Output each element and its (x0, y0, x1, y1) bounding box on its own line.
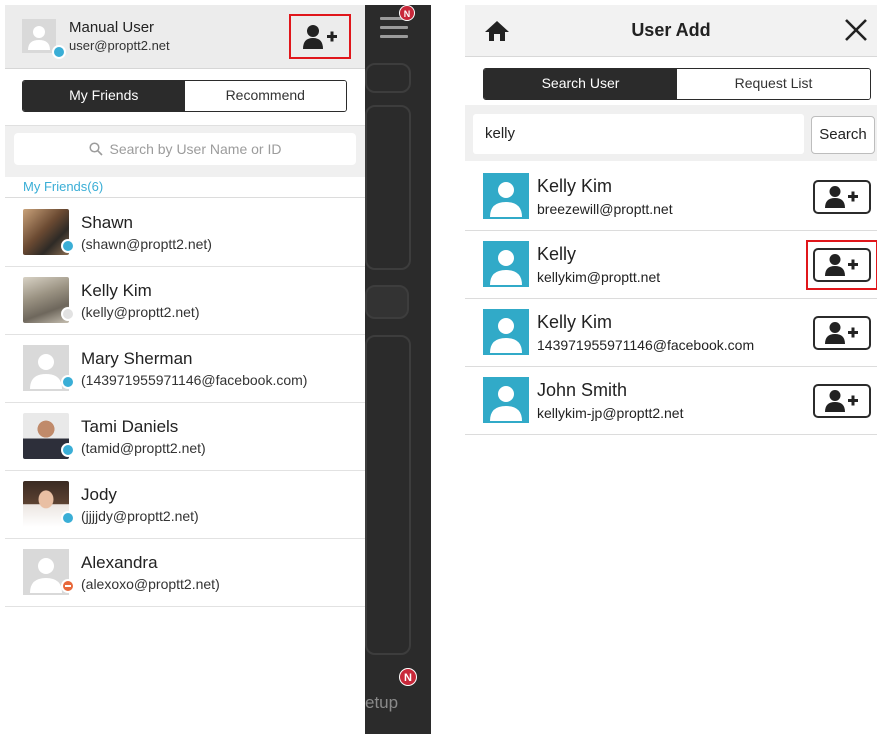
add-user-icon (825, 322, 858, 344)
search-icon (88, 142, 103, 156)
result-name: Kelly Kim (537, 312, 613, 332)
search-placeholder: Search by User Name or ID (109, 141, 282, 157)
friend-email: (alexoxo@proptt2.net) (81, 576, 220, 592)
friend-row[interactable]: Kelly Kim (kelly@proptt2.net) (5, 267, 365, 335)
busy-status-dot (61, 579, 75, 593)
avatar (22, 19, 56, 53)
friend-name: Jody (81, 485, 117, 504)
notification-badge: N (399, 5, 415, 21)
result-email: breezewill@proptt.net (537, 201, 673, 217)
avatar (483, 241, 529, 287)
online-status-dot (61, 443, 75, 457)
background-app: N etup N (365, 5, 431, 734)
close-icon[interactable] (843, 17, 869, 43)
notification-badge: N (399, 668, 417, 686)
friend-email: (kelly@proptt2.net) (81, 304, 200, 320)
add-user-button[interactable] (813, 384, 871, 418)
add-user-button[interactable] (813, 180, 871, 214)
online-status-dot (61, 375, 75, 389)
result-email: 143971955971146@facebook.com (537, 337, 755, 353)
add-user-icon (825, 390, 858, 412)
friends-tab-bar: My Friends Recommend (22, 80, 347, 112)
user-name: Manual User (69, 19, 155, 36)
friend-name: Shawn (81, 213, 133, 232)
search-bar: Search by User Name or ID (5, 125, 365, 177)
friend-row[interactable]: Tami Daniels (tamid@proptt2.net) (5, 403, 365, 471)
result-email: kellykim-jp@proptt2.net (537, 405, 684, 421)
background-panel (365, 285, 409, 319)
tab-search-user[interactable]: Search User (484, 69, 677, 99)
friend-name: Kelly Kim (81, 281, 152, 300)
search-result-row: John Smith kellykim-jp@proptt2.net (465, 367, 877, 435)
friend-row[interactable]: Shawn (shawn@proptt2.net) (5, 199, 365, 267)
friend-row[interactable]: Alexandra (alexoxo@proptt2.net) (5, 539, 365, 607)
background-panel (365, 63, 411, 93)
friend-email: (jjjjdy@proptt2.net) (81, 508, 199, 524)
result-email: kellykim@proptt.net (537, 269, 661, 285)
avatar (483, 309, 529, 355)
result-name: John Smith (537, 380, 628, 400)
result-name: Kelly Kim (537, 176, 613, 196)
friend-email: (143971955971146@facebook.com) (81, 372, 308, 388)
result-name: Kelly (537, 244, 577, 264)
search-result-row: Kelly kellykim@proptt.net (465, 231, 877, 299)
friend-email: (shawn@proptt2.net) (81, 236, 212, 252)
friends-group-label: My Friends(6) (5, 177, 365, 198)
friend-email: (tamid@proptt2.net) (81, 440, 206, 456)
add-user-icon (303, 24, 337, 49)
tab-request-list[interactable]: Request List (677, 69, 870, 99)
user-search-input[interactable]: kelly (473, 114, 804, 154)
online-status-dot (52, 45, 66, 59)
background-panel (365, 335, 411, 655)
friend-name: Alexandra (81, 553, 158, 572)
highlight-box (806, 240, 877, 290)
online-status-dot (61, 239, 75, 253)
avatar (483, 377, 529, 423)
tab-my-friends[interactable]: My Friends (23, 81, 185, 111)
add-friend-button[interactable] (289, 14, 351, 59)
search-result-row: Kelly Kim breezewill@proptt.net (465, 163, 877, 231)
user-add-tab-bar: Search User Request List (483, 68, 871, 100)
tab-recommend[interactable]: Recommend (184, 81, 346, 111)
background-panel (365, 105, 411, 270)
avatar (483, 173, 529, 219)
drawer-header: Manual User user@proptt2.net (5, 5, 365, 69)
search-button[interactable]: Search (811, 116, 875, 154)
page-title: User Add (631, 20, 711, 40)
add-user-icon (825, 186, 858, 208)
friends-drawer: Manual User user@proptt2.net My Friends … (5, 5, 365, 734)
search-input[interactable]: Search by User Name or ID (14, 133, 356, 165)
friend-row[interactable]: Jody (jjjjdy@proptt2.net) (5, 471, 365, 539)
online-status-dot (61, 511, 75, 525)
friend-name: Tami Daniels (81, 417, 179, 436)
user-add-screen: User Add Search User Request List kelly … (465, 5, 877, 435)
setup-label[interactable]: etup (365, 693, 398, 713)
user-email: user@proptt2.net (69, 38, 170, 53)
friend-row[interactable]: Mary Sherman (143971955971146@facebook.c… (5, 335, 365, 403)
user-add-header: User Add (465, 5, 877, 57)
away-status-dot (61, 307, 75, 321)
search-result-row: Kelly Kim 143971955971146@facebook.com (465, 299, 877, 367)
user-search-bar: kelly Search (465, 105, 877, 161)
friend-name: Mary Sherman (81, 349, 193, 368)
add-user-button[interactable] (813, 316, 871, 350)
friends-screen: N etup N Manual User user@proptt2.net My… (5, 5, 431, 734)
screen: N etup N Manual User user@proptt2.net My… (0, 0, 877, 734)
